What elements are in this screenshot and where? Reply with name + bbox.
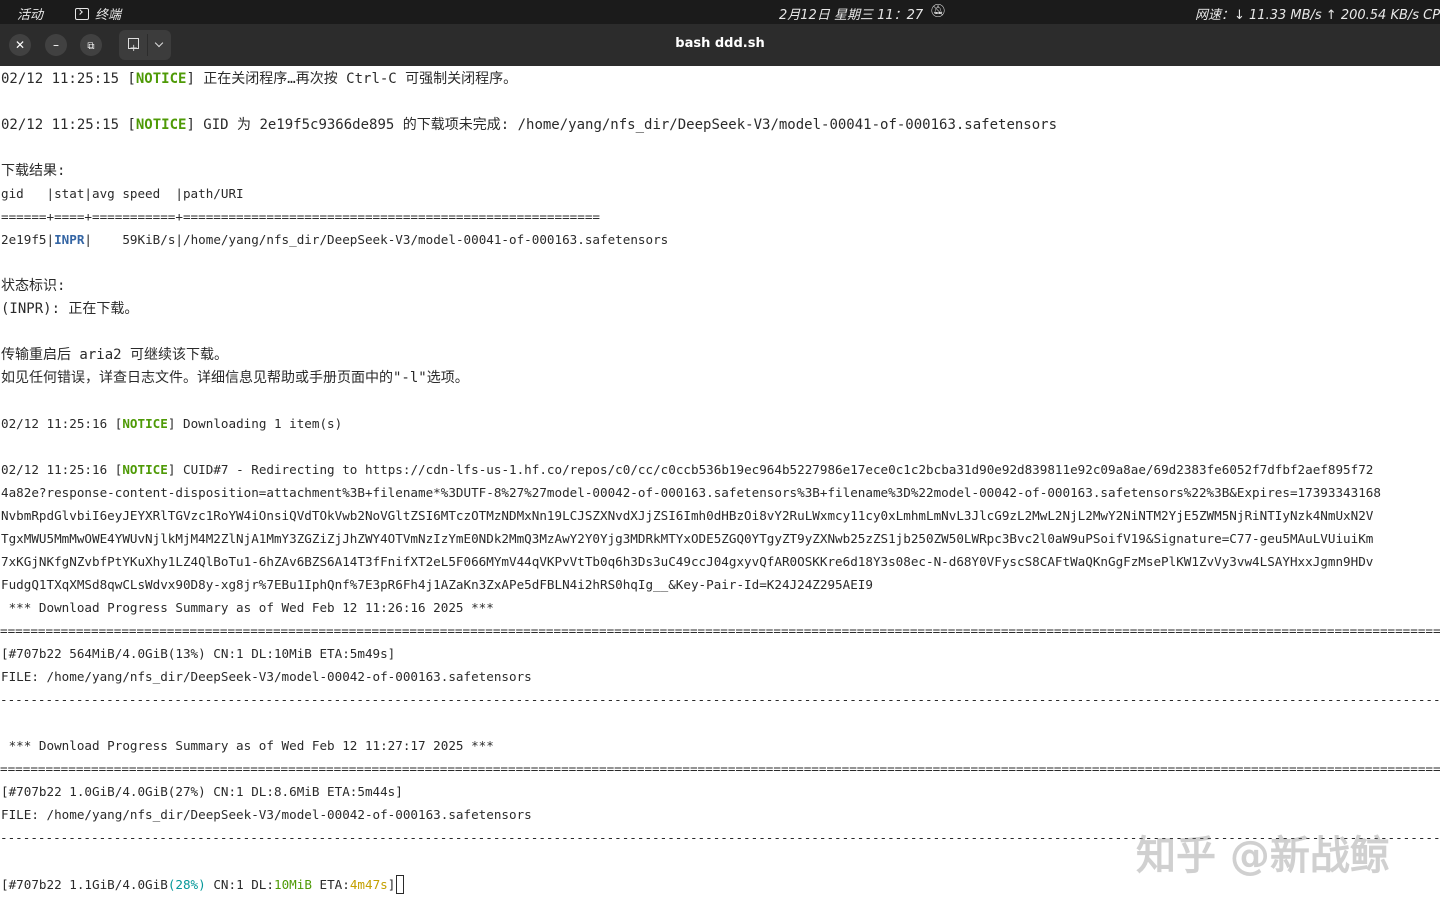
download-speed: 10MiB [273, 877, 312, 892]
clock[interactable]: 2月12日 星期三 11：27 [779, 4, 923, 23]
tab-menu-button[interactable] [148, 30, 171, 60]
watermark: 知乎 @新战鲸 [1136, 833, 1390, 879]
minimize-button[interactable]: – [45, 34, 67, 56]
app-menu[interactable]: 终端 [75, 4, 121, 23]
eta-value: 4m47s [349, 877, 388, 892]
summary-heading: *** Download Progress Summary as of Wed … [1, 600, 494, 615]
table-separator: ======+====+===========+================… [1, 209, 600, 224]
notice-tag: NOTICE [122, 416, 168, 431]
divider: ========================================… [0, 623, 1440, 638]
notice-tag: NOTICE [122, 462, 168, 477]
terminal-icon [75, 8, 89, 20]
log-line: 02/12 11:25:15 [NOTICE] GID 为 2e19f5c936… [1, 117, 1058, 133]
status-badge: INPR [54, 232, 85, 247]
result-title: 下载结果: [1, 163, 66, 179]
terminal-output[interactable]: 02/12 11:25:15 [NOTICE] 正在关闭程序…再次按 Ctrl-… [0, 66, 1440, 904]
file-line: FILE: /home/yang/nfs_dir/DeepSeek-V3/mod… [1, 807, 532, 822]
status-inpr: (INPR): 正在下载。 [1, 301, 139, 317]
file-line: FILE: /home/yang/nfs_dir/DeepSeek-V3/mod… [1, 669, 532, 684]
network-speed-indicator[interactable]: 网速：↓ 11.33 MB/s ↑ 200.54 KB/s CPU [1195, 4, 1440, 23]
bell-off-icon[interactable]: 🔕︎ [930, 4, 947, 19]
progress-line: [#707b22 1.0GiB/4.0GiB(27%) CN:1 DL:8.6M… [1, 784, 403, 799]
window-title-bar: bash ddd.sh ✕ – ⧉ [0, 24, 1440, 66]
divider: ----------------------------------------… [0, 692, 1440, 707]
close-button[interactable]: ✕ [9, 34, 31, 56]
url-line: TgxMWU5MmMwOWE4YWUvNjlkMjM4M2ZlNjA1MmY3Z… [1, 531, 1374, 546]
new-tab-icon [127, 34, 139, 64]
notice-tag: NOTICE [135, 117, 187, 133]
table-header: gid |stat|avg speed |path/URI [1, 186, 244, 201]
minimize-icon: – [53, 38, 59, 52]
resume-hint: 传输重启后 aria2 可继续该下载。 [1, 347, 229, 363]
text-cursor [396, 875, 405, 894]
log-line: 02/12 11:25:15 [NOTICE] 正在关闭程序…再次按 Ctrl-… [1, 71, 518, 87]
live-progress-line: [#707b22 1.1GiB/4.0GiB(28%) CN:1 DL:10Mi… [1, 875, 405, 894]
app-name: 终端 [95, 8, 122, 23]
table-row: 2e19f5|INPR| 59KiB/s|/home/yang/nfs_dir/… [1, 232, 669, 247]
close-icon: ✕ [14, 38, 26, 52]
restore-icon: ⧉ [87, 41, 95, 52]
divider: ========================================… [0, 761, 1440, 776]
new-tab-button[interactable] [119, 30, 147, 64]
system-top-bar: 活动 终端 2月12日 星期三 11：27 🔕︎ 网速：↓ 11.33 MB/s… [0, 0, 1440, 24]
window-title: bash ddd.sh [675, 36, 765, 51]
activities-button[interactable]: 活动 [17, 4, 43, 23]
tab-controls [119, 30, 171, 64]
log-line: 02/12 11:25:16 [NOTICE] CUID#7 - Redirec… [1, 462, 1374, 477]
progress-line: [#707b22 564MiB/4.0GiB(13%) CN:1 DL:10Mi… [1, 646, 396, 661]
url-line: NvbmRpdGlvbiI6eyJEYXRlTGVzc1RoYW4iOnsiQV… [1, 508, 1374, 523]
restore-button[interactable]: ⧉ [80, 34, 102, 56]
status-title: 状态标识: [1, 278, 66, 294]
notice-tag: NOTICE [135, 71, 187, 87]
summary-heading: *** Download Progress Summary as of Wed … [1, 738, 494, 753]
error-hint: 如见任何错误，详查日志文件。详细信息见帮助或手册页面中的"-l"选项。 [1, 370, 469, 386]
progress-percent: (28%) [167, 877, 206, 892]
url-line: FudgQ1TXqXMSd8qwCLsWdvx90D8y-xg8jr%7EBu1… [1, 577, 873, 592]
url-line: 4a82e?response-content-disposition=attac… [1, 485, 1381, 500]
log-line: 02/12 11:25:16 [NOTICE] Downloading 1 it… [1, 416, 343, 431]
url-line: 7xKGjNKfgNZvbfPtYKuXhy1LZ4QlBoTu1-6hZAv6… [1, 554, 1374, 569]
